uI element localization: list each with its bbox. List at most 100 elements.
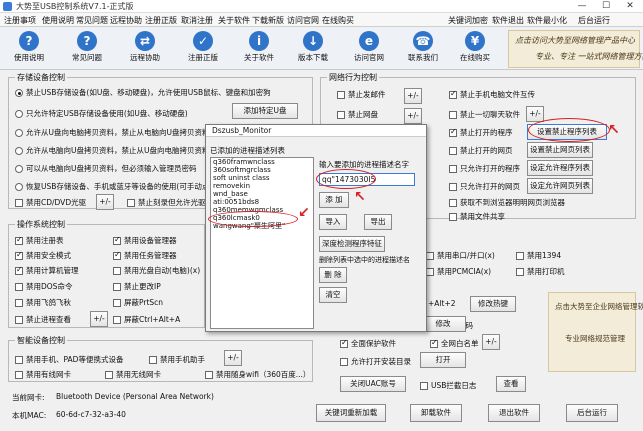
checkbox-file-share[interactable]: 禁用文件共享 <box>449 211 505 222</box>
radio-restore-usb[interactable]: 恢复USB存储设备、手机或蓝牙等设备的使用(可手动点击或 <box>15 181 224 192</box>
menu-item-keyword-encrypt[interactable]: 关键词加密 <box>448 15 488 26</box>
checkbox[interactable] <box>113 282 121 291</box>
toolbar-buy[interactable]: ¥ 在线购买 <box>452 30 498 68</box>
menu-item-download[interactable]: 下载新版 <box>252 15 284 26</box>
checkbox-portable-wifi[interactable]: 禁用随身wifi（360百度...） <box>205 369 310 380</box>
view-log-button[interactable]: 查看 <box>496 376 526 392</box>
checkbox[interactable] <box>15 282 23 291</box>
checkbox-browser[interactable]: 获取不到浏览器明明网页浏览器 <box>449 197 565 208</box>
toolbar-download[interactable]: ↓ 版本下载 <box>290 30 336 68</box>
menu-item-minimize[interactable]: 软件最小化 <box>527 15 567 26</box>
checkbox-block-programs[interactable]: 禁止打开的程序 <box>449 127 513 138</box>
checkbox-wired-nic[interactable]: 禁用有线网卡 <box>15 369 71 380</box>
reload-keywords-button[interactable]: 关键词重新加载 <box>316 404 386 422</box>
list-item[interactable]: soft uninst class <box>211 174 313 182</box>
checkbox-registry[interactable]: 禁用注册表 <box>15 235 64 246</box>
menu-item-unregister[interactable]: 取消注册 <box>181 15 213 26</box>
radio-button[interactable] <box>15 146 23 155</box>
checkbox[interactable] <box>337 110 345 119</box>
process-list[interactable]: q360framwnclass 360softmgrclass soft uni… <box>210 157 314 329</box>
checkbox-allow-pages[interactable]: 只允许打开的网页 <box>449 181 520 192</box>
checkbox-1394[interactable]: 禁用1394 <box>516 250 561 261</box>
checkbox[interactable] <box>449 127 457 137</box>
list-item[interactable]: wnd_base <box>211 190 313 198</box>
checkbox-device-manager[interactable]: 禁用设备管理器 <box>113 235 177 246</box>
radio-button[interactable] <box>15 88 23 97</box>
checkbox-install-dir[interactable]: 允许打开安装目录 <box>340 356 411 367</box>
menu-item-remote[interactable]: 远程协助 <box>110 15 142 26</box>
radio-button[interactable] <box>15 128 23 137</box>
checkbox[interactable] <box>430 338 438 348</box>
checkbox[interactable] <box>449 198 457 207</box>
exit-button[interactable]: 退出软件 <box>488 404 540 422</box>
checkbox[interactable] <box>426 251 434 260</box>
checkbox[interactable] <box>113 266 121 275</box>
menu-item-register-notes[interactable]: 注册事项 <box>4 15 36 26</box>
checkbox[interactable] <box>127 198 135 207</box>
netdisk-plus-minus-button[interactable]: +/- <box>404 108 422 124</box>
email-plus-minus-button[interactable]: +/- <box>404 88 422 104</box>
menu-item-buy[interactable]: 在线购买 <box>322 15 354 26</box>
checkbox-process-view[interactable]: 禁止进程查看 <box>15 314 71 325</box>
export-button[interactable]: 导出 <box>364 214 392 230</box>
checkbox-serial-port[interactable]: 禁用串口/并口(x) <box>426 250 495 261</box>
checkbox-prtscn[interactable]: 屏蔽PrtScn <box>113 297 163 308</box>
menu-item-website[interactable]: 访问官网 <box>287 15 319 26</box>
close-uac-button[interactable]: 关闭UAC账号 <box>340 376 406 392</box>
checkbox-pcmcia[interactable]: 禁用PCMCIA(x) <box>426 266 491 277</box>
checkbox-block-pages[interactable]: 禁止打开的网页 <box>449 145 513 156</box>
checkbox[interactable] <box>449 164 457 173</box>
checkbox-feige[interactable]: 禁用飞鸽飞秋 <box>15 297 71 308</box>
radio-button[interactable] <box>15 109 23 118</box>
os-plus-minus-button[interactable]: +/- <box>90 311 108 327</box>
radio-usb-to-pc[interactable]: 允许从U盘向电脑拷贝资料，禁止从电脑向U盘拷贝资料 <box>15 127 209 138</box>
checkbox[interactable] <box>113 315 121 324</box>
maximize-button[interactable]: ☐ <box>594 0 618 13</box>
checkbox-allow-programs[interactable]: 只允许打开的程序 <box>449 163 520 174</box>
checkbox[interactable] <box>15 298 23 307</box>
deep-detect-button[interactable]: 深度检测程序特征 <box>319 236 385 252</box>
toolbar-contact[interactable]: ☎ 联系我们 <box>400 30 446 68</box>
checkbox-phone-transfer[interactable]: 禁止手机电脑文件互传 <box>449 89 535 100</box>
checkbox[interactable] <box>449 182 457 191</box>
background-run-button[interactable]: 后台运行 <box>566 404 618 422</box>
promo-banner-secondary[interactable]: 点击大势至企业网络管理软件 专业网络规范管理 <box>548 292 643 372</box>
checkbox[interactable] <box>205 370 213 379</box>
checkbox-safe-mode[interactable]: 禁用安全模式 <box>15 250 71 261</box>
close-button[interactable]: ✕ <box>618 0 642 13</box>
menu-item-faq[interactable]: 常见问题 <box>76 15 108 26</box>
add-process-button[interactable]: 添 加 <box>319 192 349 208</box>
set-allowed-pages-button[interactable]: 设定允许网页列表 <box>527 178 593 194</box>
checkbox-mobile[interactable]: 禁用手机、PAD等便携式设备 <box>15 354 123 365</box>
list-item[interactable]: q360framwnclass <box>211 158 313 166</box>
checkbox[interactable] <box>449 146 457 155</box>
checkbox[interactable] <box>15 355 23 364</box>
checkbox[interactable] <box>449 89 457 99</box>
checkbox[interactable] <box>449 110 457 119</box>
set-allowed-programs-button[interactable]: 设定允许程序列表 <box>527 160 593 176</box>
menu-item-background[interactable]: 后台运行 <box>578 15 610 26</box>
set-blocked-pages-button[interactable]: 设置禁止网页列表 <box>527 142 593 158</box>
checkbox[interactable] <box>516 267 524 276</box>
cd-plus-minus-button[interactable]: +/- <box>96 194 114 210</box>
checkbox[interactable] <box>15 265 23 275</box>
checkbox-usb-log[interactable]: USB拦截日志 <box>420 380 476 391</box>
checkbox[interactable] <box>337 90 345 99</box>
checkbox[interactable] <box>15 315 23 324</box>
checkbox[interactable] <box>516 251 524 260</box>
list-item[interactable]: 360softmgrclass <box>211 166 313 174</box>
radio-button[interactable] <box>15 164 23 173</box>
whitelist-plus-minus-button[interactable]: +/- <box>482 334 500 350</box>
menu-item-exit[interactable]: 软件退出 <box>492 15 524 26</box>
checkbox[interactable] <box>113 235 121 245</box>
checkbox-whitelist[interactable]: 全网白名单 <box>430 338 479 349</box>
uninstall-button[interactable]: 卸载软件 <box>410 404 462 422</box>
checkbox-disable-cd[interactable]: 禁用CD/DVD光驱 <box>15 197 86 208</box>
checkbox-chat[interactable]: 禁止一切聊天软件 <box>449 109 520 120</box>
chat-plus-minus-button[interactable]: +/- <box>526 106 544 122</box>
checkbox-task-manager[interactable]: 禁用任务管理器 <box>113 250 177 261</box>
smart-plus-minus-button[interactable]: +/- <box>224 350 242 366</box>
promo-banner[interactable]: 点击访问大势至网络管理产品中心 专业、专注 一站式网络管理方案 <box>508 30 643 68</box>
checkbox-autoplay[interactable]: 禁用光盘自动(电脑)(x) <box>113 265 200 276</box>
list-item[interactable]: removekin <box>211 182 313 190</box>
